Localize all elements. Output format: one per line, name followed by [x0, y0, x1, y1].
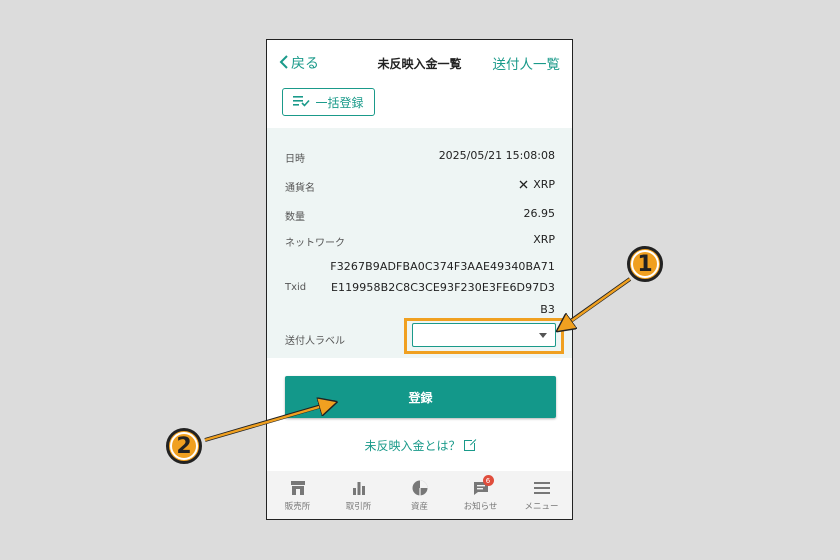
datetime-value: 2025/05/21 15:08:08 [438, 149, 555, 162]
store-icon [290, 481, 305, 495]
header: 戻る 未反映入金一覧 送付人一覧 [267, 40, 572, 86]
currency-row: XRP [519, 178, 555, 191]
menu-icon [533, 482, 550, 494]
nav-item-store[interactable]: 販売所 [267, 471, 328, 519]
nav-label: 販売所 [284, 502, 311, 512]
bar-chart-icon [352, 482, 365, 495]
notification-badge: 6 [482, 475, 494, 486]
callout-number-1: 1 [627, 246, 663, 282]
bulk-register-button[interactable]: 一括登録 [282, 88, 375, 116]
txid-line-1: F3267B9ADFBA0C374F3AAE49340BA71 [330, 260, 555, 273]
phone-screen: 戻る 未反映入金一覧 送付人一覧 一括登録 日時 2025/05/21 15:0… [266, 39, 573, 520]
pie-chart-icon [412, 480, 427, 496]
currency-label: 通貨名 [285, 183, 315, 194]
back-label: 戻る [291, 56, 319, 72]
nav-item-notifications[interactable]: 6 お知らせ [450, 471, 511, 519]
quantity-value: 26.95 [523, 207, 556, 220]
sender-label-label: 送付人ラベル [285, 336, 345, 347]
bulk-register-label: 一括登録 [315, 95, 364, 110]
chevron-left-icon [279, 54, 289, 72]
callout-highlight-box [404, 318, 564, 354]
nav-item-menu[interactable]: メニュー [511, 471, 572, 519]
nav-label: お知らせ [463, 502, 498, 512]
currency-value: XRP [533, 178, 555, 191]
xrp-icon [519, 180, 528, 189]
network-value: XRP [533, 233, 555, 246]
nav-label: 取引所 [345, 502, 372, 512]
nav-label: メニュー [524, 502, 559, 512]
nav-item-assets[interactable]: 資産 [389, 471, 450, 519]
nav-label: 資産 [410, 502, 428, 512]
help-link[interactable]: 未反映入金とは？ [267, 437, 572, 454]
register-button[interactable]: 登録 [285, 376, 556, 418]
callout-number-2: 2 [166, 428, 202, 464]
help-link-label: 未反映入金とは？ [364, 439, 461, 453]
txid-line-3: B3 [540, 303, 555, 316]
txid-line-2: E119958B2C8C3CE93F230E3FE6D97D3 [330, 281, 555, 294]
datetime-label: 日時 [285, 154, 305, 165]
quantity-label: 数量 [285, 212, 305, 223]
external-link-icon [463, 438, 477, 451]
sender-list-link[interactable]: 送付人一覧 [493, 53, 561, 73]
txid-label: Txid [285, 282, 307, 293]
checklist-icon [293, 95, 311, 110]
back-button[interactable]: 戻る [279, 53, 319, 73]
nav-item-exchange[interactable]: 取引所 [328, 471, 389, 519]
network-label: ネットワーク [285, 238, 345, 249]
bottom-nav: 販売所 取引所 資産 6 お知らせ メニュー [267, 471, 572, 519]
